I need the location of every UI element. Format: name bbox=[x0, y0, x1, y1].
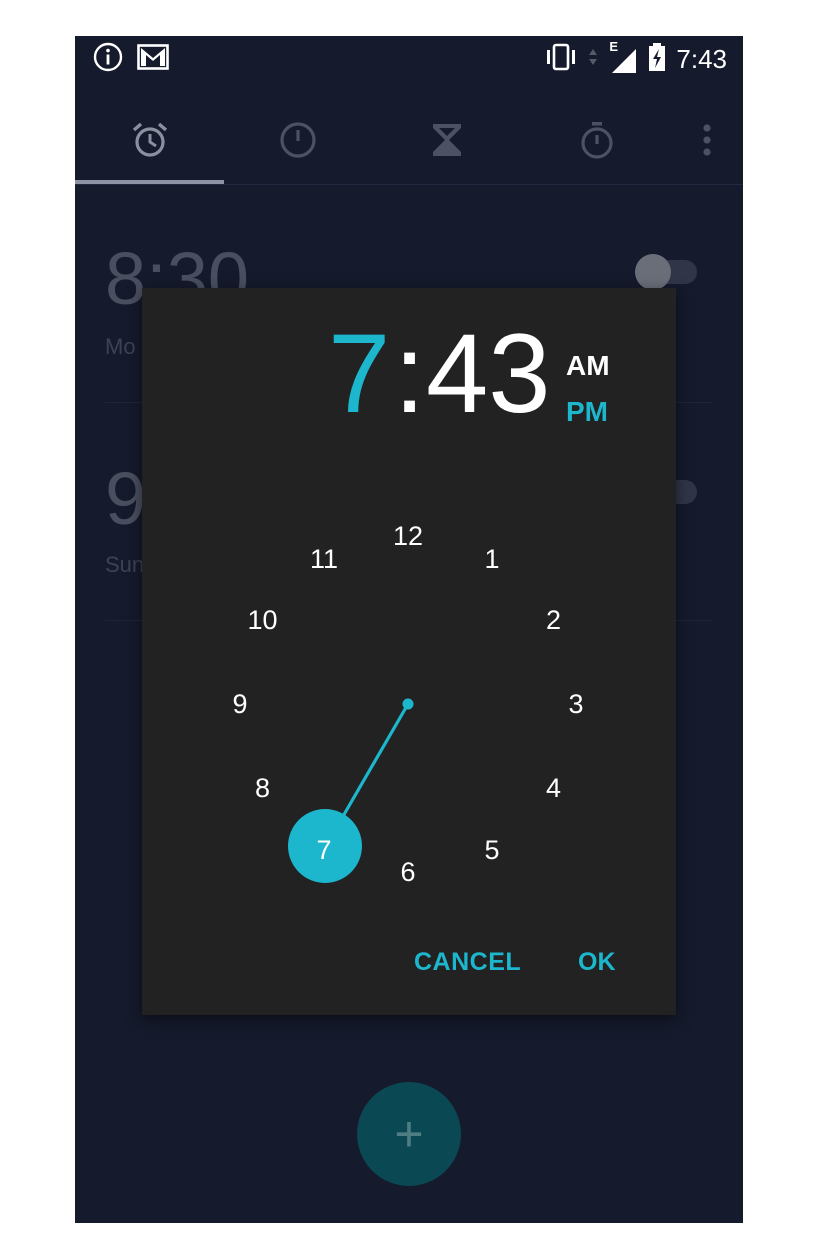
more-vert-icon bbox=[702, 123, 712, 162]
clock-number-11[interactable]: 11 bbox=[299, 539, 349, 579]
tab-timer[interactable] bbox=[372, 98, 522, 186]
clock-number-3[interactable]: 3 bbox=[551, 684, 601, 724]
hourglass-timer-icon bbox=[427, 120, 467, 165]
status-time: 7:43 bbox=[676, 44, 727, 74]
tab-alarm[interactable] bbox=[75, 98, 225, 186]
cancel-button[interactable]: CANCEL bbox=[414, 948, 521, 977]
info-icon bbox=[93, 42, 123, 77]
clock-hand bbox=[340, 698, 414, 819]
clock-number-5[interactable]: 5 bbox=[467, 830, 517, 870]
alarm-days: Sun bbox=[105, 552, 145, 577]
tab-stopwatch[interactable] bbox=[522, 98, 672, 186]
clock-number-7[interactable]: 7 bbox=[299, 830, 349, 870]
clock-number-8[interactable]: 8 bbox=[238, 768, 288, 808]
clock-face[interactable]: 12 1 2 3 4 5 6 7 8 9 10 11 bbox=[142, 288, 676, 1015]
clock-icon bbox=[278, 120, 318, 165]
clock-number-10[interactable]: 10 bbox=[238, 600, 288, 640]
ok-button[interactable]: OK bbox=[578, 948, 616, 977]
vibrate-icon bbox=[544, 43, 578, 76]
alarm-days: Mo bbox=[105, 334, 136, 359]
stopwatch-icon bbox=[577, 120, 617, 165]
clock-number-6[interactable]: 6 bbox=[383, 852, 433, 892]
dialog-actions: CANCEL OK bbox=[142, 928, 676, 998]
status-bar: E 7:43 bbox=[75, 36, 743, 82]
tab-bar bbox=[75, 98, 743, 186]
alarm-clock-icon bbox=[130, 120, 170, 165]
battery-charging-icon bbox=[648, 42, 666, 77]
data-arrows-icon bbox=[588, 45, 598, 74]
signal-icon: E bbox=[608, 39, 638, 75]
tab-clock[interactable] bbox=[223, 98, 373, 186]
add-alarm-button[interactable]: + bbox=[357, 1082, 461, 1186]
clock-number-4[interactable]: 4 bbox=[529, 768, 579, 808]
clock-number-12[interactable]: 12 bbox=[383, 516, 433, 556]
add-icon: + bbox=[394, 1106, 424, 1162]
alarm-toggle-knob bbox=[635, 254, 671, 290]
time-picker-dialog: 7 : 43 AM PM 12 1 2 3 4 5 6 7 8 9 10 11 CANCEL OK bbox=[142, 288, 676, 1015]
clock-number-2[interactable]: 2 bbox=[529, 600, 579, 640]
clock-number-1[interactable]: 1 bbox=[467, 539, 517, 579]
tab-divider bbox=[75, 184, 743, 185]
alarm-toggle[interactable] bbox=[635, 254, 697, 290]
clock-number-9[interactable]: 9 bbox=[215, 684, 265, 724]
overflow-menu-button[interactable] bbox=[659, 98, 743, 186]
alarm-time-value: 9 bbox=[105, 457, 147, 540]
gmail-icon bbox=[137, 44, 169, 75]
